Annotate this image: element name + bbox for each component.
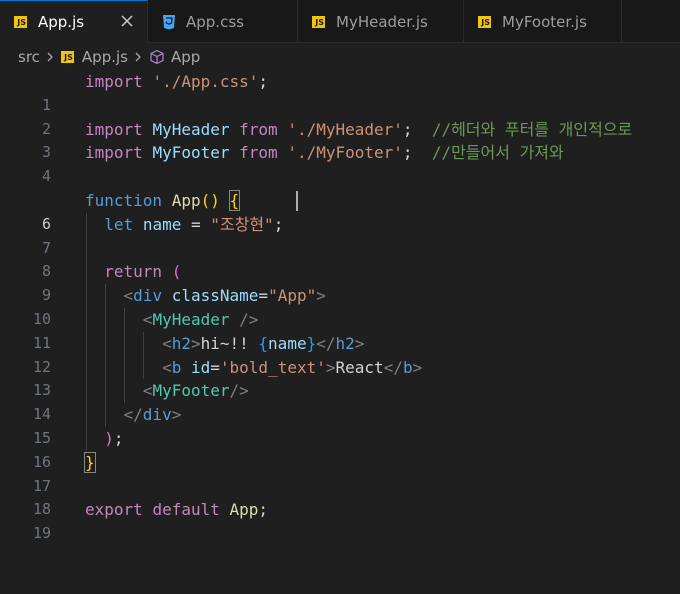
code-text: return ( bbox=[104, 262, 182, 282]
code-text: <MyHeader /> bbox=[142, 309, 259, 329]
js-file-icon: JS bbox=[478, 15, 491, 28]
tab-label: MyFooter.js bbox=[502, 12, 587, 31]
cube-icon bbox=[150, 49, 164, 65]
code-line: 16 ); bbox=[0, 426, 680, 471]
code-line: 8 bbox=[0, 236, 680, 280]
chevron-right-icon bbox=[47, 52, 53, 62]
tab-label: App.css bbox=[186, 12, 244, 31]
code-text: ); bbox=[104, 428, 124, 448]
code-line: 5 bbox=[0, 165, 680, 209]
code-line: 12 <h2>hi~!! {name}</h2> bbox=[0, 331, 680, 376]
code-text: import MyHeader from './MyHeader'; //헤더와… bbox=[85, 119, 633, 139]
code-text: let name = "조창현"; bbox=[104, 214, 284, 234]
code-line: 14 <MyFooter/> bbox=[0, 379, 680, 423]
code-line: 18 bbox=[0, 475, 680, 518]
code-text: import './App.css'; bbox=[85, 72, 269, 91]
close-icon[interactable] bbox=[119, 13, 135, 29]
code-text: import MyFooter from './MyFooter'; //만들어… bbox=[85, 143, 564, 163]
code-line: 17 } bbox=[0, 451, 680, 495]
code-text: </div> bbox=[123, 405, 182, 425]
js-file-icon: JS bbox=[14, 16, 27, 28]
editor-tab-bar: JS App.js App.css JS MyHeader.js JS MyFo… bbox=[0, 0, 680, 43]
code-text: } bbox=[84, 451, 96, 473]
code-line: 4 import MyFooter from './MyFooter'; //만… bbox=[0, 141, 680, 185]
code-text: <MyFooter/> bbox=[142, 381, 249, 401]
breadcrumb-file[interactable]: App.js bbox=[82, 48, 128, 66]
tab-app-js[interactable]: JS App.js bbox=[0, 0, 148, 43]
js-file-icon: JS bbox=[312, 15, 325, 28]
code-line: 1 import './App.css'; bbox=[0, 70, 680, 114]
code-line: 9 return ( bbox=[0, 260, 680, 304]
breadcrumb: src JS App.js App bbox=[0, 43, 680, 71]
line-number: 19 bbox=[32, 524, 51, 543]
code-line: 10 <div className="App"> bbox=[0, 284, 680, 328]
code-line: 13 <b id='bold_text'>React</b> bbox=[0, 355, 680, 399]
tab-label: MyHeader.js bbox=[336, 12, 428, 31]
tab-myheader-js[interactable]: JS MyHeader.js bbox=[298, 0, 464, 43]
indent-guide bbox=[86, 236, 87, 261]
code-line-current: 6 function App() { bbox=[0, 188, 680, 233]
breadcrumb-folder[interactable]: src bbox=[18, 48, 40, 66]
code-text: <b id='bold_text'>React</b> bbox=[162, 357, 423, 377]
css-file-icon bbox=[163, 14, 175, 29]
text-cursor bbox=[296, 190, 298, 211]
code-line: 3 import MyHeader from './MyHeader'; //헤… bbox=[0, 118, 680, 162]
code-line: 15 </div> bbox=[0, 403, 680, 447]
breadcrumb-symbol[interactable]: App bbox=[171, 48, 200, 66]
code-line: 11 <MyHeader /> bbox=[0, 307, 680, 352]
chevron-right-icon bbox=[135, 52, 141, 62]
tab-label: App.js bbox=[38, 13, 85, 31]
code-editor[interactable]: 1 import './App.css'; 2 3 import MyHeade… bbox=[0, 70, 680, 542]
code-line: 19 export default App; bbox=[0, 498, 680, 542]
code-text: <div className="App"> bbox=[123, 286, 326, 306]
code-text: export default App; bbox=[85, 500, 269, 520]
tab-app-css[interactable]: App.css bbox=[148, 0, 298, 43]
code-line: 7 let name = "조창현"; bbox=[0, 212, 680, 257]
code-line: 2 bbox=[0, 94, 680, 138]
code-text: <h2>hi~!! {name}</h2> bbox=[162, 333, 365, 353]
js-file-icon: JS bbox=[60, 51, 74, 63]
code-text: function App() { bbox=[85, 189, 241, 211]
tab-myfooter-js[interactable]: JS MyFooter.js bbox=[464, 0, 622, 43]
